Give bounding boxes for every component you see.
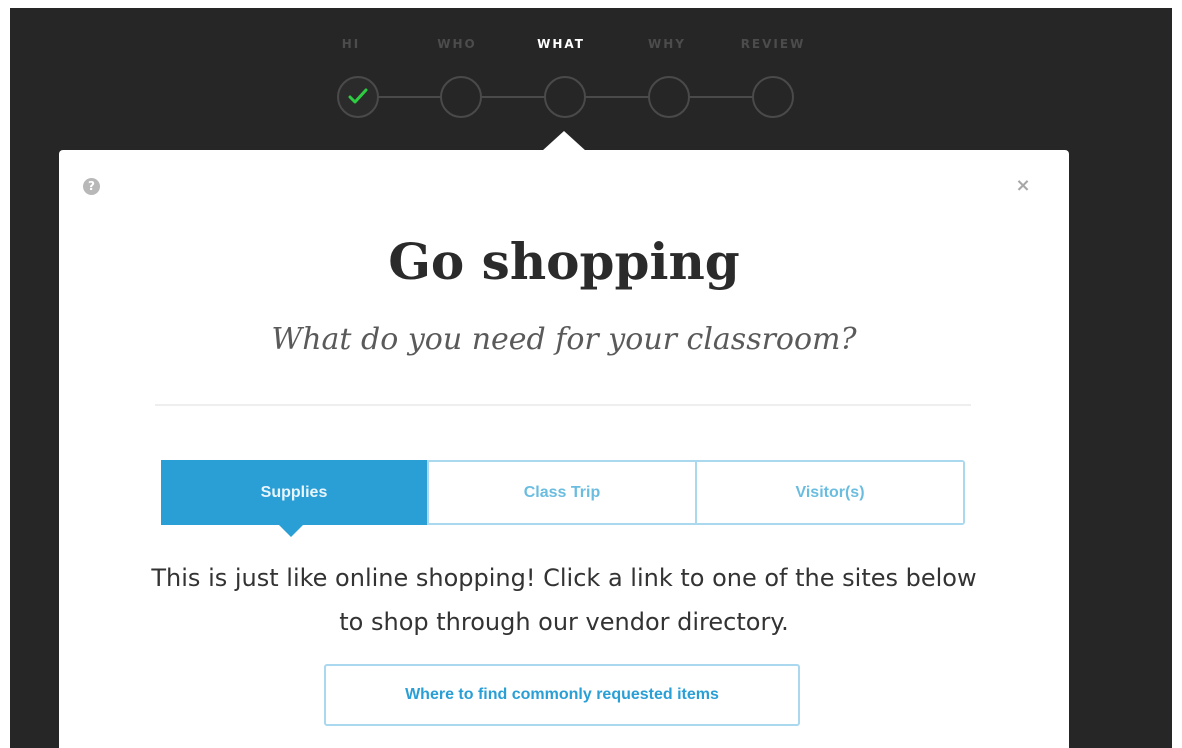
- category-tabs: Supplies Class Trip Visitor(s): [161, 460, 965, 537]
- divider: [155, 404, 971, 406]
- go-shopping-modal: ? × Go shopping What do you need for you…: [59, 150, 1069, 748]
- step-label-review: REVIEW: [740, 37, 806, 51]
- step-why[interactable]: [648, 76, 690, 118]
- close-icon[interactable]: ×: [1013, 176, 1033, 196]
- app-screen: HI WHO WHAT WHY REVIEW ? × Go shopping W…: [10, 8, 1172, 748]
- modal-title: Go shopping: [388, 232, 740, 291]
- progress-stepper: HI WHO WHAT WHY REVIEW: [10, 8, 1172, 148]
- tab-supplies[interactable]: Supplies: [161, 460, 427, 537]
- step-label-hi: HI: [341, 37, 361, 51]
- checkmark-icon: [348, 88, 368, 104]
- tab-visitors[interactable]: Visitor(s): [695, 462, 963, 523]
- help-icon[interactable]: ?: [83, 178, 100, 195]
- step-who[interactable]: [440, 76, 482, 118]
- step-what[interactable]: [544, 76, 586, 118]
- tab-class-trip[interactable]: Class Trip: [427, 462, 695, 523]
- step-hi[interactable]: [337, 76, 379, 118]
- modal-pointer: [542, 131, 586, 151]
- modal-subtitle: What do you need for your classroom?: [271, 322, 857, 357]
- step-review[interactable]: [752, 76, 794, 118]
- commonly-requested-items-button[interactable]: Where to find commonly requested items: [324, 664, 800, 726]
- step-label-what: WHAT: [537, 37, 585, 51]
- step-label-who: WHO: [437, 37, 477, 51]
- description-text: This is just like online shopping! Click…: [151, 564, 977, 636]
- step-label-why: WHY: [648, 37, 686, 51]
